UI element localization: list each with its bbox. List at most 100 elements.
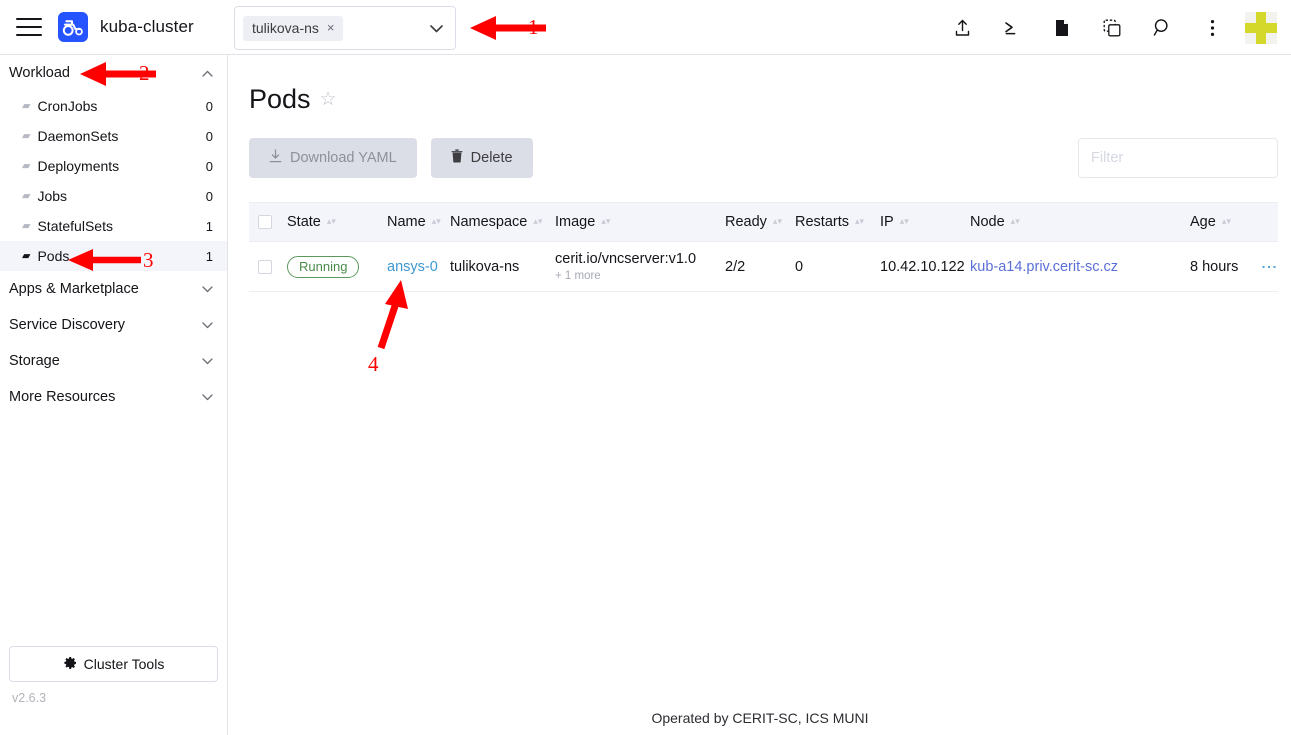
sidebar-item-cronjobs[interactable]: ▰ CronJobs 0 (0, 91, 227, 121)
cell-age: 8 hours (1190, 259, 1256, 275)
column-header-namespace-label: Namespace (450, 214, 527, 230)
image-name: cerit.io/vncserver:v1.0 (555, 251, 696, 268)
column-header-ready[interactable]: Ready ▴▾ (725, 214, 795, 230)
column-header-restarts[interactable]: Restarts ▴▾ (795, 214, 880, 230)
cluster-tools-button[interactable]: Cluster Tools (9, 646, 218, 682)
namespace-chip-label: tulikova-ns (252, 20, 319, 36)
page-title-text: Pods (249, 86, 311, 113)
sidebar-group-label: Storage (9, 353, 60, 369)
column-header-ip[interactable]: IP ▴▾ (880, 214, 970, 230)
sort-icon[interactable]: ▴▾ (432, 217, 441, 227)
cell-restarts: 0 (795, 259, 880, 275)
row-actions-menu-icon[interactable]: ⋮ (1260, 259, 1276, 275)
star-outline-icon[interactable]: ☆ (320, 90, 337, 109)
rancher-tractor-logo[interactable] (58, 12, 88, 42)
column-header-ip-label: IP (880, 214, 894, 230)
cell-ready: 2/2 (725, 259, 795, 275)
kubectl-shell-icon[interactable] (987, 0, 1037, 55)
column-header-name[interactable]: Name ▴▾ (387, 214, 450, 230)
select-all-checkbox[interactable] (258, 215, 272, 229)
annotation-number-3: 3 (143, 248, 154, 273)
user-avatar-cerit-sc[interactable] (1245, 12, 1277, 44)
sidebar-navigation: Workload ▰CronJobs0▰DaemonSets0▰Deployme… (0, 55, 228, 735)
sidebar-group-label: More Resources (9, 389, 115, 405)
pod-name-link[interactable]: ansys-0 (387, 259, 438, 275)
column-header-state[interactable]: State ▴▾ (287, 214, 387, 230)
hamburger-menu-icon[interactable] (16, 18, 42, 36)
sort-icon[interactable]: ▴▾ (533, 217, 542, 227)
sidebar-item-jobs[interactable]: ▰Jobs0 (0, 181, 227, 211)
cell-ip: 10.42.10.122 (880, 259, 970, 275)
sidebar-item-statefulsets[interactable]: ▰StatefulSets1 (0, 211, 227, 241)
column-header-node[interactable]: Node ▴▾ (970, 214, 1190, 230)
column-header-age-label: Age (1190, 214, 1216, 230)
delete-label: Delete (471, 150, 513, 166)
column-header-restarts-label: Restarts (795, 214, 849, 230)
chevron-up-icon[interactable] (202, 66, 213, 80)
chevron-down-icon[interactable] (202, 282, 213, 296)
sidebar-group-label: Apps & Marketplace (9, 281, 139, 297)
download-yaml-button[interactable]: Download YAML (249, 138, 417, 178)
sort-icon[interactable]: ▴▾ (900, 217, 909, 227)
column-header-name-label: Name (387, 214, 426, 230)
sort-icon[interactable]: ▴▾ (773, 217, 782, 227)
sidebar-item-daemonsets[interactable]: ▰DaemonSets0 (0, 121, 227, 151)
page-footer: Operated by CERIT-SC, ICS MUNI (229, 701, 1291, 735)
gear-icon (63, 656, 77, 673)
sidebar-group-more-resources[interactable]: More Resources (0, 379, 227, 415)
column-header-age[interactable]: Age ▴▾ (1190, 214, 1256, 230)
namespace-chip[interactable]: tulikova-ns × (243, 16, 343, 41)
column-header-state-label: State (287, 214, 321, 230)
folder-icon: ▰ (22, 101, 30, 112)
namespace-chip-remove-icon[interactable]: × (327, 21, 335, 34)
sort-icon[interactable]: ▴▾ (1011, 217, 1020, 227)
sort-icon[interactable]: ▴▾ (601, 217, 610, 227)
chevron-down-icon[interactable] (430, 22, 447, 35)
sidebar-item-count: 0 (206, 129, 213, 144)
node-link[interactable]: kub-a14.priv.cerit-sc.cz (970, 259, 1118, 275)
download-icon (269, 149, 282, 167)
row-checkbox-cell (249, 260, 287, 274)
namespace-dropdown[interactable]: tulikova-ns × (234, 6, 456, 50)
sort-icon[interactable]: ▴▾ (327, 217, 336, 227)
annotation-number-1: 1 (528, 15, 539, 40)
search-icon[interactable] (1137, 0, 1187, 55)
sidebar-item-deployments[interactable]: ▰Deployments0 (0, 151, 227, 181)
import-yaml-icon[interactable] (937, 0, 987, 55)
chevron-down-icon[interactable] (202, 318, 213, 332)
cell-state: Running (287, 256, 387, 278)
folder-icon: ▰ (22, 221, 30, 232)
column-header-namespace[interactable]: Namespace ▴▾ (450, 214, 555, 230)
sidebar-group-workload[interactable]: Workload (0, 55, 227, 91)
row-select-checkbox[interactable] (258, 260, 272, 274)
image-more-count[interactable]: + 1 more (555, 270, 696, 282)
pods-table: State ▴▾ Name ▴▾ Namespace ▴▾ Image ▴▾ R… (249, 202, 1278, 292)
sort-icon[interactable]: ▴▾ (855, 217, 864, 227)
sidebar-item-label: StatefulSets (37, 218, 113, 234)
folder-icon: ▰ (22, 131, 30, 142)
column-header-image-label: Image (555, 214, 595, 230)
kubeconfig-file-icon[interactable] (1037, 0, 1087, 55)
status-badge: Running (287, 256, 359, 278)
folder-icon: ▰ (22, 251, 30, 262)
chevron-down-icon[interactable] (202, 390, 213, 404)
sidebar-item-label: CronJobs (37, 98, 97, 114)
chevron-down-icon[interactable] (202, 354, 213, 368)
download-yaml-label: Download YAML (290, 150, 397, 166)
column-header-image[interactable]: Image ▴▾ (555, 214, 725, 230)
cell-image: cerit.io/vncserver:v1.0 + 1 more (555, 251, 725, 283)
more-options-icon[interactable] (1187, 0, 1237, 55)
sidebar-item-count: 0 (206, 159, 213, 174)
delete-button[interactable]: Delete (431, 138, 533, 178)
trash-icon (451, 149, 463, 167)
table-row[interactable]: Running ansys-0 tulikova-ns cerit.io/vnc… (249, 242, 1278, 292)
copy-kubeconfig-icon[interactable] (1087, 0, 1137, 55)
sort-icon[interactable]: ▴▾ (1222, 217, 1231, 227)
folder-icon: ▰ (22, 191, 30, 202)
sidebar-item-count: 0 (206, 99, 213, 114)
sidebar-group-storage[interactable]: Storage (0, 343, 227, 379)
filter-input[interactable] (1078, 138, 1278, 178)
sidebar-group-apps-marketplace[interactable]: Apps & Marketplace (0, 271, 227, 307)
sidebar-group-service-discovery[interactable]: Service Discovery (0, 307, 227, 343)
sidebar-item-pods[interactable]: ▰Pods1 (0, 241, 227, 271)
